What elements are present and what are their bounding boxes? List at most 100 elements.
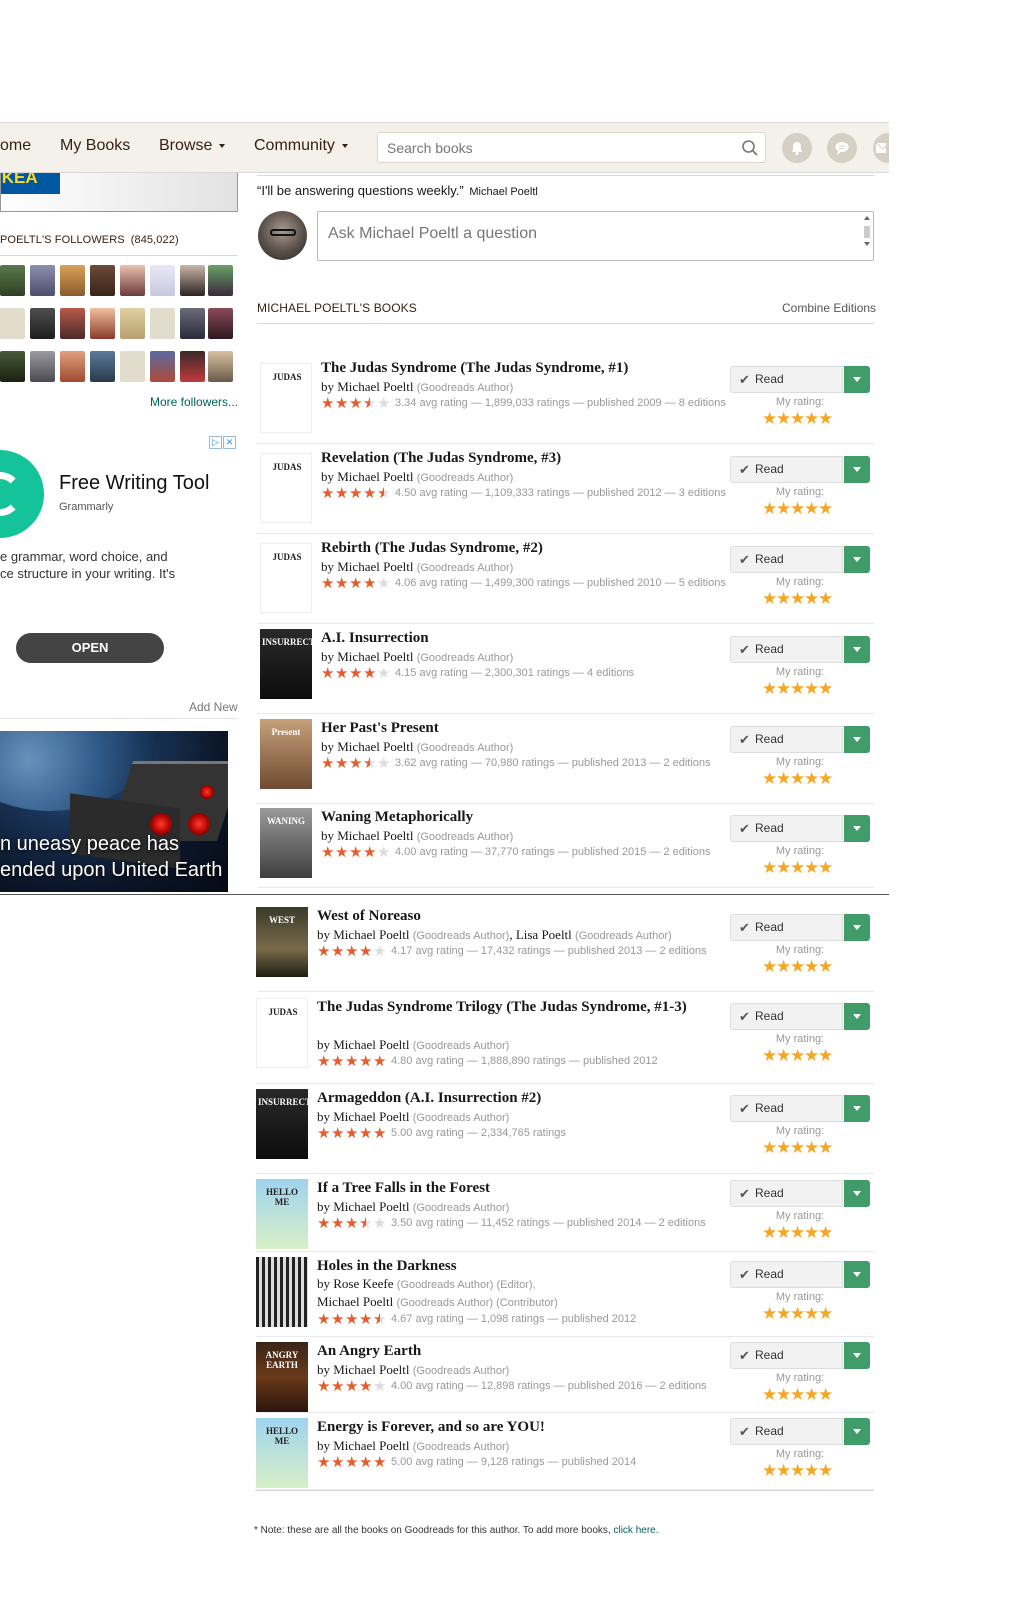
book-cover[interactable]: INSURRECTION — [260, 629, 312, 699]
star-icon[interactable]: ★ — [804, 410, 819, 427]
star-icon[interactable]: ★ — [776, 1386, 791, 1403]
star-icon[interactable]: ★ — [804, 958, 819, 975]
star-icon[interactable]: ★ — [818, 1139, 833, 1156]
star-icon[interactable]: ★ — [790, 1386, 805, 1403]
follower-avatar[interactable] — [30, 308, 55, 339]
bell-icon[interactable] — [782, 133, 812, 163]
shelf-dropdown-button[interactable] — [844, 726, 870, 753]
read-button[interactable]: ✔ Read — [730, 1180, 843, 1207]
book-cover[interactable]: WANING — [260, 808, 312, 878]
author-link[interactable]: Michael Poeltl — [337, 828, 413, 843]
mail-icon[interactable] — [873, 133, 889, 163]
star-icon[interactable]: ★ — [790, 590, 805, 607]
follower-avatar[interactable] — [208, 351, 233, 382]
shelf-dropdown-button[interactable] — [844, 1418, 870, 1445]
star-icon[interactable]: ★ — [818, 770, 833, 787]
my-rating-stars[interactable]: ★★★★★ — [762, 1224, 833, 1243]
author-link[interactable]: Michael Poeltl — [337, 649, 413, 664]
read-button[interactable]: ✔ Read — [730, 914, 843, 941]
star-icon[interactable]: ★ — [804, 500, 819, 517]
star-icon[interactable]: ★ — [762, 770, 777, 787]
book-title[interactable]: Energy is Forever, and so are YOU! — [317, 1418, 717, 1437]
book-title[interactable]: An Angry Earth — [317, 1342, 717, 1361]
star-icon[interactable]: ★ — [762, 1386, 777, 1403]
author-link[interactable]: Michael Poeltl — [333, 1438, 409, 1453]
star-icon[interactable]: ★ — [776, 1047, 791, 1064]
star-icon[interactable]: ★ — [776, 770, 791, 787]
banner-ad[interactable]: IKEA — [0, 173, 238, 212]
shelf-dropdown-button[interactable] — [844, 456, 870, 483]
book-cover[interactable]: WEST — [256, 907, 308, 977]
shelf-dropdown-button[interactable] — [844, 1261, 870, 1288]
author-link[interactable]: Michael Poeltl — [333, 927, 409, 942]
book-title[interactable]: Waning Metaphorically — [321, 808, 721, 827]
close-icon[interactable]: ✕ — [223, 436, 236, 449]
star-icon[interactable]: ★ — [818, 958, 833, 975]
more-followers-link[interactable]: More followers... — [150, 395, 238, 409]
star-icon[interactable]: ★ — [818, 1047, 833, 1064]
star-icon[interactable]: ★ — [804, 1224, 819, 1241]
star-icon[interactable]: ★ — [818, 1386, 833, 1403]
follower-avatar[interactable] — [180, 351, 205, 382]
star-icon[interactable]: ★ — [762, 1139, 777, 1156]
book-title[interactable]: West of Noreaso — [317, 907, 717, 926]
star-icon[interactable]: ★ — [762, 1305, 777, 1322]
book-cover[interactable]: ANGRY EARTH — [256, 1342, 308, 1412]
search-input[interactable] — [378, 133, 718, 162]
read-button[interactable]: ✔ Read — [730, 636, 843, 663]
star-icon[interactable]: ★ — [818, 590, 833, 607]
star-icon[interactable]: ★ — [776, 500, 791, 517]
star-icon[interactable]: ★ — [804, 590, 819, 607]
star-icon[interactable]: ★ — [776, 590, 791, 607]
star-icon[interactable]: ★ — [762, 590, 777, 607]
star-icon[interactable]: ★ — [776, 958, 791, 975]
star-icon[interactable]: ★ — [776, 1224, 791, 1241]
star-icon[interactable]: ★ — [818, 1305, 833, 1322]
search-icon[interactable] — [741, 139, 759, 157]
follower-avatar[interactable] — [90, 351, 115, 382]
author-link[interactable]: Michael Poeltl — [337, 469, 413, 484]
star-icon[interactable]: ★ — [804, 680, 819, 697]
star-icon[interactable]: ★ — [790, 1224, 805, 1241]
my-rating-stars[interactable]: ★★★★★ — [762, 1047, 833, 1066]
book-title[interactable]: A.I. Insurrection — [321, 629, 721, 648]
chat-icon[interactable] — [827, 133, 857, 163]
my-rating-stars[interactable]: ★★★★★ — [762, 680, 833, 699]
nav-home-link[interactable]: ome — [0, 137, 31, 155]
book-cover[interactable]: JUDAS — [256, 998, 308, 1068]
follower-avatar[interactable] — [60, 308, 85, 339]
combine-editions-link[interactable]: Combine Editions — [782, 301, 876, 315]
follower-avatar[interactable] — [60, 351, 85, 382]
my-rating-stars[interactable]: ★★★★★ — [762, 1305, 833, 1324]
book-title[interactable]: Her Past's Present — [321, 719, 721, 738]
book-title[interactable]: Revelation (The Judas Syndrome, #3) — [321, 449, 721, 468]
book-title[interactable]: Rebirth (The Judas Syndrome, #2) — [321, 539, 721, 558]
author-link[interactable]: Michael Poeltl — [333, 1037, 409, 1052]
author-link[interactable]: Michael Poeltl — [337, 739, 413, 754]
book-title[interactable]: If a Tree Falls in the Forest — [317, 1179, 717, 1198]
my-rating-stars[interactable]: ★★★★★ — [762, 410, 833, 429]
my-rating-stars[interactable]: ★★★★★ — [762, 770, 833, 789]
follower-avatar[interactable] — [208, 265, 233, 296]
book-cover[interactable] — [256, 1257, 308, 1327]
follower-avatar[interactable] — [208, 308, 233, 339]
star-icon[interactable]: ★ — [762, 410, 777, 427]
star-icon[interactable]: ★ — [790, 410, 805, 427]
nav-community-menu[interactable]: Community — [254, 137, 348, 155]
star-icon[interactable]: ★ — [818, 1224, 833, 1241]
shelf-dropdown-button[interactable] — [844, 546, 870, 573]
quote-author[interactable]: Michael Poeltl — [469, 186, 537, 198]
read-button[interactable]: ✔ Read — [730, 546, 843, 573]
star-icon[interactable]: ★ — [790, 859, 805, 876]
read-button[interactable]: ✔ Read — [730, 1342, 843, 1369]
nav-my-books-link[interactable]: My Books — [60, 137, 130, 155]
scrollbar[interactable] — [863, 214, 871, 258]
book-cover[interactable]: JUDAS — [260, 453, 312, 523]
book-title[interactable]: Armageddon (A.I. Insurrection #2) — [317, 1089, 717, 1108]
book-title[interactable]: Holes in the Darkness — [317, 1257, 717, 1276]
follower-avatar[interactable] — [60, 265, 85, 296]
follower-avatar[interactable] — [180, 265, 205, 296]
grammarly-ad[interactable]: ▷ ✕ Free Writing Tool Grammarly e grammar… — [0, 432, 238, 680]
star-icon[interactable]: ★ — [818, 680, 833, 697]
my-rating-stars[interactable]: ★★★★★ — [762, 1139, 833, 1158]
